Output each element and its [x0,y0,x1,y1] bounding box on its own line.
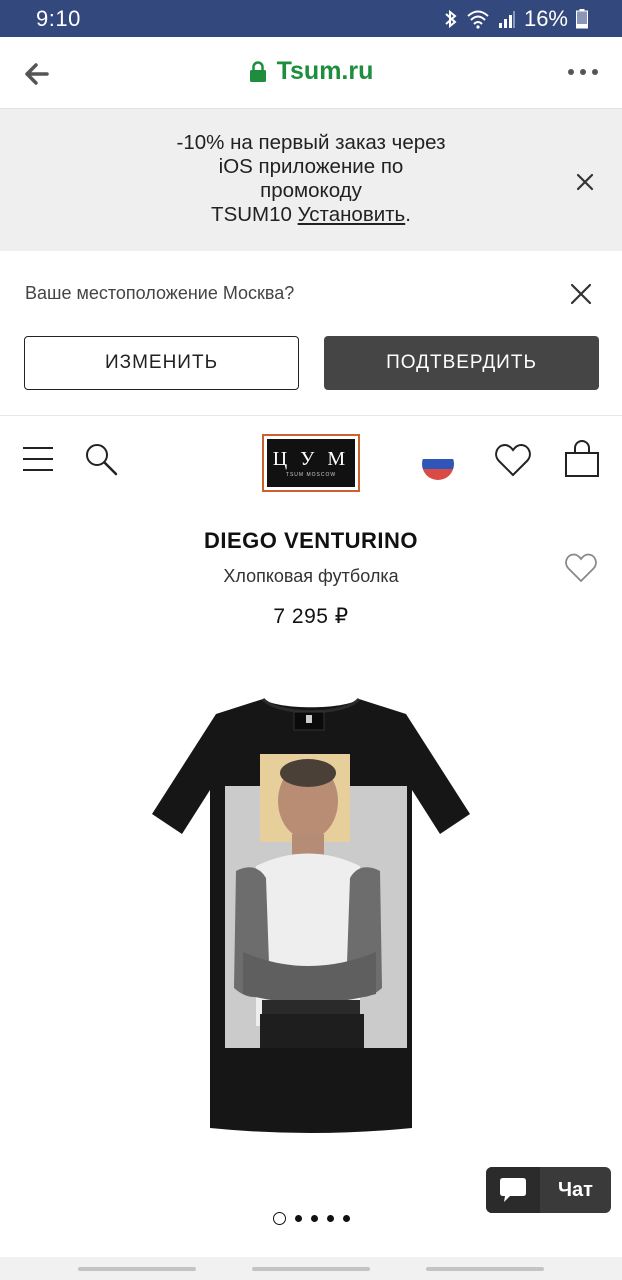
logo-letters: Ц У М [272,447,350,470]
carousel-dot-1[interactable] [272,1212,286,1225]
confirm-location-button[interactable]: ПОДТВЕРДИТЬ [324,336,599,390]
carousel-dot-4[interactable] [326,1215,334,1222]
battery-percent: 16% [523,6,568,31]
nav-pill-left[interactable] [78,1267,196,1271]
bluetooth-icon [445,9,457,29]
close-promo-icon[interactable] [574,171,596,193]
add-to-favorites-heart-icon[interactable] [564,552,598,584]
browser-bar: Tsum.ru [0,37,622,109]
wishlist-heart-icon[interactable] [494,442,532,478]
chat-button[interactable]: Чат [486,1167,611,1213]
carousel-dot-3[interactable] [310,1215,318,1222]
battery-icon [576,9,588,29]
product-image[interactable] [148,696,474,1138]
logo-subtitle: TSUM MOSCOW [285,471,337,478]
promo-code: TSUM10 [211,203,292,226]
signal-icon [498,11,515,28]
status-icons: 16% [444,6,588,32]
status-time: 9:10 [36,6,81,31]
location-question: Ваше местоположение Москва? [25,283,295,303]
search-icon[interactable] [84,442,118,476]
menu-icon[interactable] [22,446,54,472]
change-location-button[interactable]: ИЗМЕНИТЬ [24,336,299,390]
lock-icon [249,60,266,82]
chat-bubble-icon [500,1178,526,1202]
nav-pill-center[interactable] [252,1267,370,1271]
product-brand[interactable]: DIEGO VENTURINO [0,528,622,554]
close-location-icon[interactable] [570,283,592,305]
promo-text: -10% на первый заказ через iOS приложени… [176,131,446,226]
product-price: 7 295 ₽ [273,605,349,628]
chat-label: Чат [558,1178,593,1201]
image-carousel-dots [0,1212,622,1225]
shopping-bag-icon[interactable] [564,440,600,478]
more-options-icon[interactable] [566,65,600,79]
status-bar: 9:10 16% [0,0,622,37]
tsum-logo[interactable]: Ц У М TSUM MOSCOW [262,434,360,492]
carousel-dot-2[interactable] [294,1215,302,1222]
site-header: Ц У М TSUM MOSCOW [0,416,622,506]
location-prompt: Ваше местоположение Москва? ИЗМЕНИТЬ ПОД… [0,251,622,416]
nav-pill-right[interactable] [426,1267,544,1271]
carousel-dot-5[interactable] [342,1215,350,1222]
wifi-icon [467,10,489,29]
url-text: Tsum.ru [276,57,374,85]
promo-banner: -10% на первый заказ через iOS приложени… [0,109,622,251]
system-navigation-bar [0,1257,622,1280]
product-name: Хлопковая футболка [223,566,399,586]
russia-flag-icon[interactable] [422,448,454,480]
install-app-link[interactable]: Установить [298,203,406,226]
address-bar[interactable]: Tsum.ru [249,57,374,86]
